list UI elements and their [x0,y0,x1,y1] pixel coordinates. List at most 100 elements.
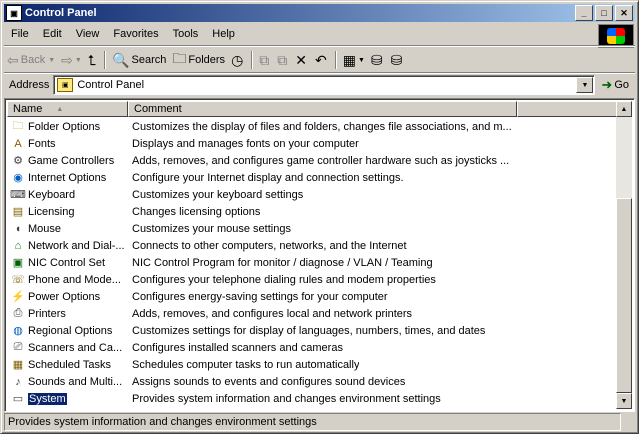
list-item[interactable]: ▤ Licensing Changes licensing options [7,203,617,220]
folder-options-icon: 🗀 [12,120,24,132]
search-button[interactable]: 🔍 Search [109,49,169,71]
address-input[interactable]: ▣ Control Panel ▼ [53,75,596,95]
close-button[interactable]: ✕ [615,5,633,21]
list-header: Name ▲ Comment [7,101,617,117]
back-button[interactable]: ⇦ Back ▼ [4,49,58,71]
move-to-button[interactable]: ⧉ [256,49,274,71]
list-item[interactable]: ⌂ Network and Dial-... Connects to other c… [7,237,617,254]
address-dropdown-button[interactable]: ▼ [576,77,594,93]
menu-separator [4,45,635,47]
control-panel-icon: ▣ [6,5,22,21]
list-item[interactable]: A Fonts Displays and manages fonts on your… [7,135,617,152]
item-comment: Customizes settings for display of langu… [132,324,486,337]
list-item[interactable]: ⌨ Keyboard Customizes your keyboard settin… [7,186,617,203]
item-comment: Changes licensing options [132,205,261,218]
vertical-scrollbar[interactable]: ▲ ▼ [616,101,632,409]
list-item[interactable]: ◉ Internet Options Configure your Internet… [7,169,617,186]
undo-button[interactable]: ↶ [312,49,332,71]
item-comment: Configures installed scanners and camera… [132,341,343,354]
item-name: Regional Options [28,324,113,337]
minimize-button[interactable]: _ [575,5,593,21]
list-item[interactable]: ▭ System Provides system information and c… [7,390,617,407]
back-dropdown-icon: ▼ [48,56,56,64]
forward-button[interactable]: ⇨ ▼ [58,49,85,71]
menu-favorites[interactable]: Favorites [106,28,165,40]
phone-modem-icon: ☏ [11,274,25,286]
column-header-comment[interactable]: Comment [128,101,517,117]
history-button[interactable]: ◷ [228,49,248,71]
file-list[interactable]: Name ▲ Comment 🗀 Folder Options Customizes … [4,98,635,412]
copy-to-icon: ⧉ [277,51,288,68]
item-name: System [27,391,68,406]
disconnect-drive-button[interactable]: ⛁ [388,49,408,71]
map-drive-button[interactable]: ⛁ [368,49,388,71]
scanners-cameras-icon: ⎚ [13,341,23,353]
item-comment: Adds, removes, and configures local and … [132,307,413,320]
item-name-cell: ◍ Regional Options [7,324,128,338]
list-item[interactable]: 🗀 Folder Options Customizes the display of… [7,118,617,135]
fonts-icon: A [14,137,22,150]
menu-help[interactable]: Help [205,28,242,40]
menu-edit[interactable]: Edit [36,28,69,40]
delete-button[interactable]: ✕ [292,49,312,71]
menu-bar: File Edit View Favorites Tools Help [4,24,635,44]
internet-options-icon: ◉ [13,172,23,184]
item-name-cell: ⚙ Game Controllers [7,154,128,168]
item-name-cell: ◖ Mouse [7,222,128,236]
list-item[interactable]: ☏ Phone and Mode... Configures your teleph… [7,271,617,288]
scheduled-tasks-icon: ▦ [12,359,24,371]
list-item[interactable]: ⎙ Printers Adds, removes, and configures l… [7,305,617,322]
column-header-name[interactable]: Name ▲ [7,101,128,117]
item-name-cell: ♪ Sounds and Multi... [7,375,128,389]
list-item[interactable]: ◖ Mouse Customizes your mouse settings [7,220,617,237]
window-title: Control Panel [25,7,97,19]
up-folder-button[interactable]: ⮤ [85,49,101,71]
list-item[interactable]: ⚙ Game Controllers Adds, removes, and conf… [7,152,617,169]
system-icon: ▭ [12,393,24,405]
keyboard-icon: ⌨ [10,189,26,201]
list-item[interactable]: ▣ NIC Control Set NIC Control Program for … [7,254,617,271]
item-name-cell: A Fonts [7,137,128,151]
toolbar-separator [104,51,107,69]
item-name-cell: ⚡ Power Options [7,290,128,304]
item-name-cell: ⌂ Network and Dial-... [7,239,128,253]
views-button[interactable]: ▦ ▼ [340,49,368,71]
list-item[interactable]: ⚡ Power Options Configures energy-saving s… [7,288,617,305]
item-name: Folder Options [28,120,101,133]
item-name-cell: ▭ System [7,391,128,406]
item-comment: Customizes your mouse settings [132,222,291,235]
item-comment: Configures your telephone dialing rules … [132,273,436,286]
list-item[interactable]: ◍ Regional Options Customizes settings for… [7,322,617,339]
item-name: Scanners and Ca... [28,341,123,354]
status-text: Provides system information and changes … [4,413,621,431]
list-item[interactable]: ▦ Scheduled Tasks Schedules computer tasks… [7,356,617,373]
scroll-thumb[interactable] [616,198,632,393]
item-comment: Configure your Internet display and conn… [132,171,404,184]
address-bar: Address ▣ Control Panel ▼ ➜ Go [4,74,635,96]
copy-to-button[interactable]: ⧉ [274,49,292,71]
item-name: Sounds and Multi... [28,375,123,388]
licensing-icon: ▤ [12,206,24,218]
move-to-icon: ⧉ [259,51,270,68]
status-bar: Provides system information and changes … [4,413,635,431]
folders-button[interactable]: 🗀 Folders [169,49,228,71]
menu-file[interactable]: File [4,28,36,40]
menu-tools[interactable]: Tools [166,28,206,40]
back-arrow-icon: ⇦ [7,51,19,68]
maximize-button[interactable]: □ [595,5,613,21]
scroll-up-button[interactable]: ▲ [616,101,632,117]
item-name: Scheduled Tasks [28,358,111,371]
item-name-cell: ⎚ Scanners and Ca... [7,341,128,355]
map-drive-icon: ⛁ [370,51,383,68]
go-button[interactable]: ➜ Go [595,77,635,93]
toolbar-separator [334,51,337,69]
item-name: Game Controllers [28,154,115,167]
resize-grip[interactable] [621,413,635,431]
menu-view[interactable]: View [69,28,107,40]
title-bar[interactable]: ▣ Control Panel _ □ ✕ [4,4,635,22]
item-name: Mouse [28,222,62,235]
list-item[interactable]: ⎚ Scanners and Ca... Configures installed … [7,339,617,356]
list-item[interactable]: ♪ Sounds and Multi... Assigns sounds to ev… [7,373,617,390]
scroll-down-button[interactable]: ▼ [616,393,632,409]
control-panel-window: ▣ Control Panel _ □ ✕ File Edit View Fav… [0,0,639,434]
